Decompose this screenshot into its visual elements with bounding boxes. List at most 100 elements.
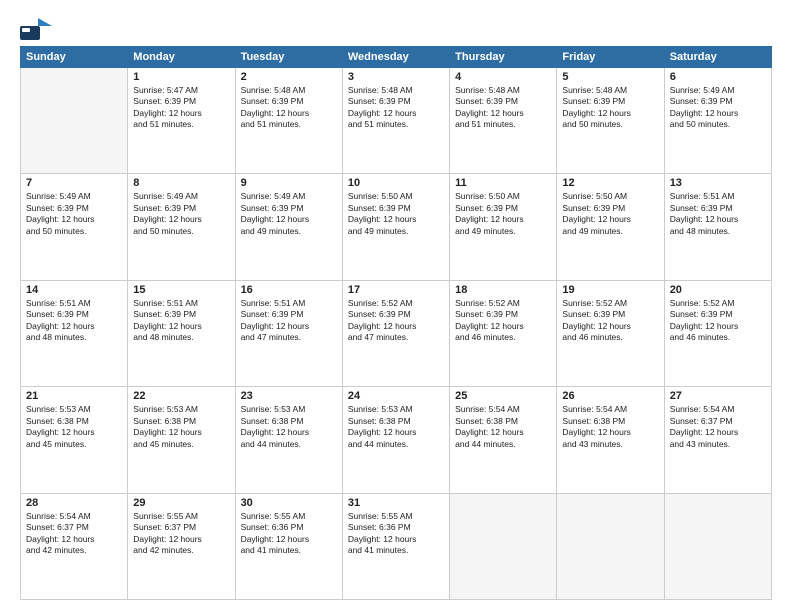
day-cell: 29Sunrise: 5:55 AMSunset: 6:37 PMDayligh… bbox=[128, 493, 235, 599]
day-cell: 24 Sunrise: 5:53 AMSunset: 6:38 PMDayligh… bbox=[342, 387, 449, 493]
logo-icon bbox=[20, 18, 52, 40]
day-cell: 16 Sunrise: 5:51 AMSunset: 6:39 PMDayligh… bbox=[235, 280, 342, 386]
day-detail: Sunrise: 5:51 AMSunset: 6:39 PMDaylight:… bbox=[133, 298, 229, 344]
day-cell bbox=[21, 68, 128, 174]
week-row-1: 1Sunrise: 5:47 AMSunset: 6:39 PMDaylight… bbox=[21, 68, 772, 174]
day-cell: 4 Sunrise: 5:48 AMSunset: 6:39 PMDaylight… bbox=[450, 68, 557, 174]
day-cell: 1Sunrise: 5:47 AMSunset: 6:39 PMDaylight… bbox=[128, 68, 235, 174]
day-detail: Sunrise: 5:53 AMSunset: 6:38 PMDaylight:… bbox=[348, 404, 444, 450]
day-detail: Sunrise: 5:51 AMSunset: 6:39 PMDaylight:… bbox=[670, 191, 766, 237]
day-detail: Sunrise: 5:50 AMSunset: 6:39 PMDaylight:… bbox=[455, 191, 551, 237]
day-cell: 8 Sunrise: 5:49 AMSunset: 6:39 PMDaylight… bbox=[128, 174, 235, 280]
day-detail: Sunrise: 5:49 AMSunset: 6:39 PMDaylight:… bbox=[241, 191, 337, 237]
day-detail: Sunrise: 5:53 AMSunset: 6:38 PMDaylight:… bbox=[133, 404, 229, 450]
day-cell: 17 Sunrise: 5:52 AMSunset: 6:39 PMDayligh… bbox=[342, 280, 449, 386]
day-number: 19 bbox=[562, 284, 658, 296]
day-cell: 7 Sunrise: 5:49 AMSunset: 6:39 PMDaylight… bbox=[21, 174, 128, 280]
day-number: 4 bbox=[455, 71, 551, 83]
day-number: 14 bbox=[26, 284, 122, 296]
day-number: 21 bbox=[26, 390, 122, 402]
day-number: 27 bbox=[670, 390, 766, 402]
day-cell: 6Sunrise: 5:49 AMSunset: 6:39 PMDaylight… bbox=[664, 68, 771, 174]
day-cell: 10 Sunrise: 5:50 AMSunset: 6:39 PMDayligh… bbox=[342, 174, 449, 280]
day-cell: 2 Sunrise: 5:48 AMSunset: 6:39 PMDaylight… bbox=[235, 68, 342, 174]
day-number: 6 bbox=[670, 71, 766, 83]
day-detail: Sunrise: 5:55 AMSunset: 6:37 PMDaylight:… bbox=[133, 511, 229, 557]
day-detail: Sunrise: 5:51 AMSunset: 6:39 PMDaylight:… bbox=[26, 298, 122, 344]
day-detail: Sunrise: 5:55 AMSunset: 6:36 PMDaylight:… bbox=[348, 511, 444, 557]
day-detail: Sunrise: 5:54 AMSunset: 6:38 PMDaylight:… bbox=[455, 404, 551, 450]
day-number: 5 bbox=[562, 71, 658, 83]
day-cell: 15 Sunrise: 5:51 AMSunset: 6:39 PMDayligh… bbox=[128, 280, 235, 386]
header-thursday: Thursday bbox=[450, 47, 557, 68]
calendar-page: SundayMondayTuesdayWednesdayThursdayFrid… bbox=[0, 0, 792, 612]
day-detail: Sunrise: 5:50 AMSunset: 6:39 PMDaylight:… bbox=[562, 191, 658, 237]
day-detail: Sunrise: 5:52 AMSunset: 6:39 PMDaylight:… bbox=[348, 298, 444, 344]
day-detail: Sunrise: 5:51 AMSunset: 6:39 PMDaylight:… bbox=[241, 298, 337, 344]
day-detail: Sunrise: 5:54 AMSunset: 6:37 PMDaylight:… bbox=[26, 511, 122, 557]
day-detail: Sunrise: 5:52 AMSunset: 6:39 PMDaylight:… bbox=[670, 298, 766, 344]
day-number: 2 bbox=[241, 71, 337, 83]
day-number: 22 bbox=[133, 390, 229, 402]
day-detail: Sunrise: 5:54 AMSunset: 6:38 PMDaylight:… bbox=[562, 404, 658, 450]
day-number: 3 bbox=[348, 71, 444, 83]
day-cell: 25Sunrise: 5:54 AMSunset: 6:38 PMDayligh… bbox=[450, 387, 557, 493]
day-detail: Sunrise: 5:49 AMSunset: 6:39 PMDaylight:… bbox=[26, 191, 122, 237]
day-number: 24 bbox=[348, 390, 444, 402]
day-detail: Sunrise: 5:52 AMSunset: 6:39 PMDaylight:… bbox=[455, 298, 551, 344]
day-number: 30 bbox=[241, 497, 337, 509]
header-wednesday: Wednesday bbox=[342, 47, 449, 68]
day-cell: 28 Sunrise: 5:54 AMSunset: 6:37 PMDayligh… bbox=[21, 493, 128, 599]
header-tuesday: Tuesday bbox=[235, 47, 342, 68]
day-cell: 13 Sunrise: 5:51 AMSunset: 6:39 PMDayligh… bbox=[664, 174, 771, 280]
day-cell: 18 Sunrise: 5:52 AMSunset: 6:39 PMDayligh… bbox=[450, 280, 557, 386]
day-cell bbox=[557, 493, 664, 599]
day-detail: Sunrise: 5:47 AMSunset: 6:39 PMDaylight:… bbox=[133, 85, 229, 131]
header-monday: Monday bbox=[128, 47, 235, 68]
day-number: 16 bbox=[241, 284, 337, 296]
day-number: 26 bbox=[562, 390, 658, 402]
day-number: 15 bbox=[133, 284, 229, 296]
day-number: 18 bbox=[455, 284, 551, 296]
day-detail: Sunrise: 5:49 AMSunset: 6:39 PMDaylight:… bbox=[133, 191, 229, 237]
day-cell: 20 Sunrise: 5:52 AMSunset: 6:39 PMDayligh… bbox=[664, 280, 771, 386]
day-cell: 23Sunrise: 5:53 AMSunset: 6:38 PMDayligh… bbox=[235, 387, 342, 493]
week-row-5: 28 Sunrise: 5:54 AMSunset: 6:37 PMDayligh… bbox=[21, 493, 772, 599]
day-cell: 5Sunrise: 5:48 AMSunset: 6:39 PMDaylight… bbox=[557, 68, 664, 174]
day-number: 11 bbox=[455, 177, 551, 189]
day-cell: 22 Sunrise: 5:53 AMSunset: 6:38 PMDayligh… bbox=[128, 387, 235, 493]
day-cell bbox=[450, 493, 557, 599]
day-detail: Sunrise: 5:53 AMSunset: 6:38 PMDaylight:… bbox=[26, 404, 122, 450]
week-row-4: 21 Sunrise: 5:53 AMSunset: 6:38 PMDayligh… bbox=[21, 387, 772, 493]
day-detail: Sunrise: 5:50 AMSunset: 6:39 PMDaylight:… bbox=[348, 191, 444, 237]
day-cell: 31 Sunrise: 5:55 AMSunset: 6:36 PMDayligh… bbox=[342, 493, 449, 599]
day-number: 31 bbox=[348, 497, 444, 509]
day-cell: 27 Sunrise: 5:54 AMSunset: 6:37 PMDayligh… bbox=[664, 387, 771, 493]
day-number: 28 bbox=[26, 497, 122, 509]
logo bbox=[20, 18, 56, 40]
day-detail: Sunrise: 5:48 AMSunset: 6:39 PMDaylight:… bbox=[455, 85, 551, 131]
header-friday: Friday bbox=[557, 47, 664, 68]
day-detail: Sunrise: 5:48 AMSunset: 6:39 PMDaylight:… bbox=[241, 85, 337, 131]
day-cell: 21 Sunrise: 5:53 AMSunset: 6:38 PMDayligh… bbox=[21, 387, 128, 493]
header bbox=[20, 18, 772, 40]
day-number: 20 bbox=[670, 284, 766, 296]
day-number: 7 bbox=[26, 177, 122, 189]
day-detail: Sunrise: 5:54 AMSunset: 6:37 PMDaylight:… bbox=[670, 404, 766, 450]
day-number: 9 bbox=[241, 177, 337, 189]
day-cell: 11 Sunrise: 5:50 AMSunset: 6:39 PMDayligh… bbox=[450, 174, 557, 280]
day-number: 13 bbox=[670, 177, 766, 189]
day-detail: Sunrise: 5:52 AMSunset: 6:39 PMDaylight:… bbox=[562, 298, 658, 344]
day-number: 12 bbox=[562, 177, 658, 189]
header-row: SundayMondayTuesdayWednesdayThursdayFrid… bbox=[21, 47, 772, 68]
day-cell: 12 Sunrise: 5:50 AMSunset: 6:39 PMDayligh… bbox=[557, 174, 664, 280]
day-cell bbox=[664, 493, 771, 599]
calendar-table: SundayMondayTuesdayWednesdayThursdayFrid… bbox=[20, 46, 772, 600]
day-number: 17 bbox=[348, 284, 444, 296]
day-cell: 26 Sunrise: 5:54 AMSunset: 6:38 PMDayligh… bbox=[557, 387, 664, 493]
week-row-2: 7 Sunrise: 5:49 AMSunset: 6:39 PMDaylight… bbox=[21, 174, 772, 280]
header-saturday: Saturday bbox=[664, 47, 771, 68]
day-cell: 30Sunrise: 5:55 AMSunset: 6:36 PMDayligh… bbox=[235, 493, 342, 599]
day-number: 8 bbox=[133, 177, 229, 189]
day-number: 10 bbox=[348, 177, 444, 189]
